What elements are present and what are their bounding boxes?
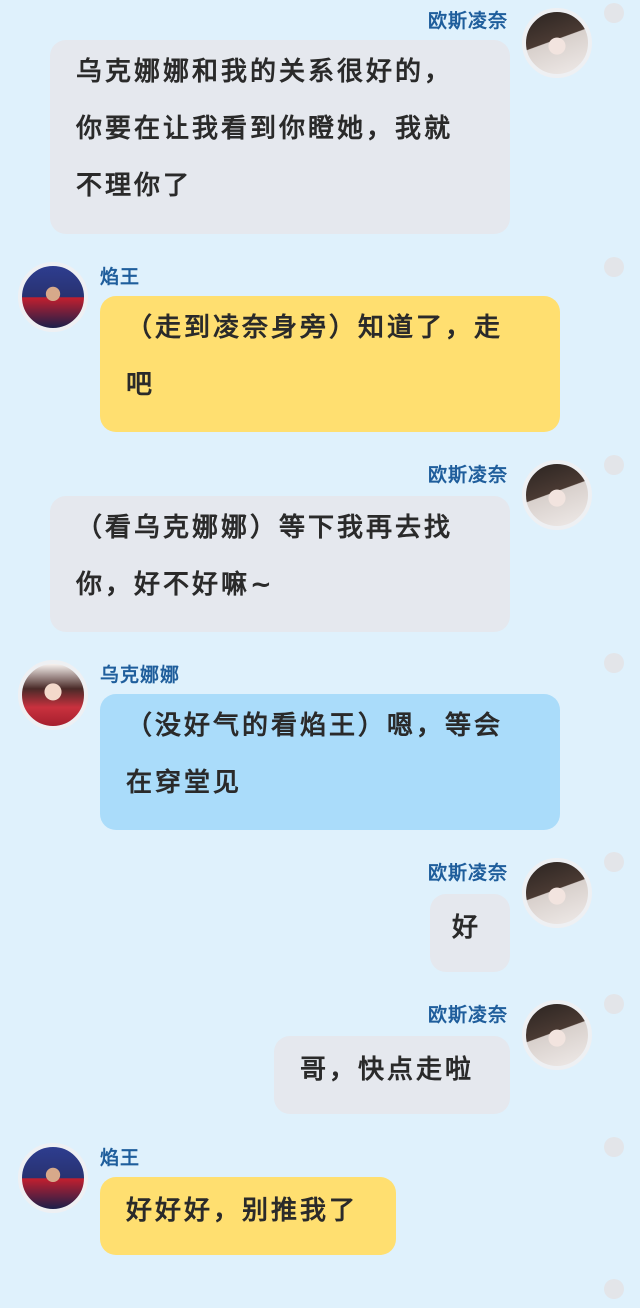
message-bubble: 乌克娜娜和我的关系很好的， 你要在让我看到你瞪她，我就 不理你了 [50, 40, 510, 234]
girl-avatar[interactable] [522, 858, 592, 928]
message-line: 你，好不好嘛~ [76, 570, 275, 600]
message-line: （看乌克娜娜）等下我再去找 [76, 513, 454, 543]
status-dot [604, 852, 624, 872]
girl-avatar[interactable] [522, 1000, 592, 1070]
message-bubble: （走到凌奈身旁）知道了，走 吧 [100, 296, 560, 432]
message-line: （走到凌奈身旁）知道了，走 [126, 313, 504, 343]
message-line: 哥，快点走啦 [300, 1055, 475, 1085]
status-dot [604, 1279, 624, 1299]
boy-avatar[interactable] [18, 1143, 88, 1213]
sender-name: 焰王 [100, 1147, 141, 1169]
message-bubble: 好 [430, 894, 510, 972]
message-line: 好好好，别推我了 [126, 1196, 359, 1226]
status-dot [604, 1137, 624, 1157]
message-line: 吧 [126, 370, 156, 400]
message-bubble: 哥，快点走啦 [274, 1036, 510, 1114]
status-dot [604, 653, 624, 673]
status-dot [604, 3, 624, 23]
message-line: （没好气的看焰王）嗯，等会 [126, 711, 504, 741]
sender-name: 欧斯凌奈 [427, 10, 508, 32]
message-line: 在穿堂见 [126, 768, 243, 798]
sender-name: 乌克娜娜 [100, 664, 181, 686]
message-bubble: 好好好，别推我了 [100, 1177, 396, 1255]
sender-name: 焰王 [100, 266, 141, 288]
message-line: 不理你了 [76, 171, 193, 201]
girl-avatar[interactable] [522, 460, 592, 530]
status-dot [604, 994, 624, 1014]
message-bubble: （没好气的看焰王）嗯，等会 在穿堂见 [100, 694, 560, 830]
sender-name: 欧斯凌奈 [427, 464, 508, 486]
message-line: 乌克娜娜和我的关系很好的， [76, 57, 454, 87]
message-line: 你要在让我看到你瞪她，我就 [76, 114, 454, 144]
sender-name: 欧斯凌奈 [427, 1004, 508, 1026]
girl-avatar[interactable] [522, 8, 592, 78]
woman-avatar[interactable] [18, 660, 88, 730]
message-bubble: （看乌克娜娜）等下我再去找 你，好不好嘛~ [50, 496, 510, 632]
message-line: 好 [452, 913, 482, 943]
sender-name: 欧斯凌奈 [427, 862, 508, 884]
status-dot [604, 257, 624, 277]
boy-avatar[interactable] [18, 262, 88, 332]
status-dot [604, 455, 624, 475]
